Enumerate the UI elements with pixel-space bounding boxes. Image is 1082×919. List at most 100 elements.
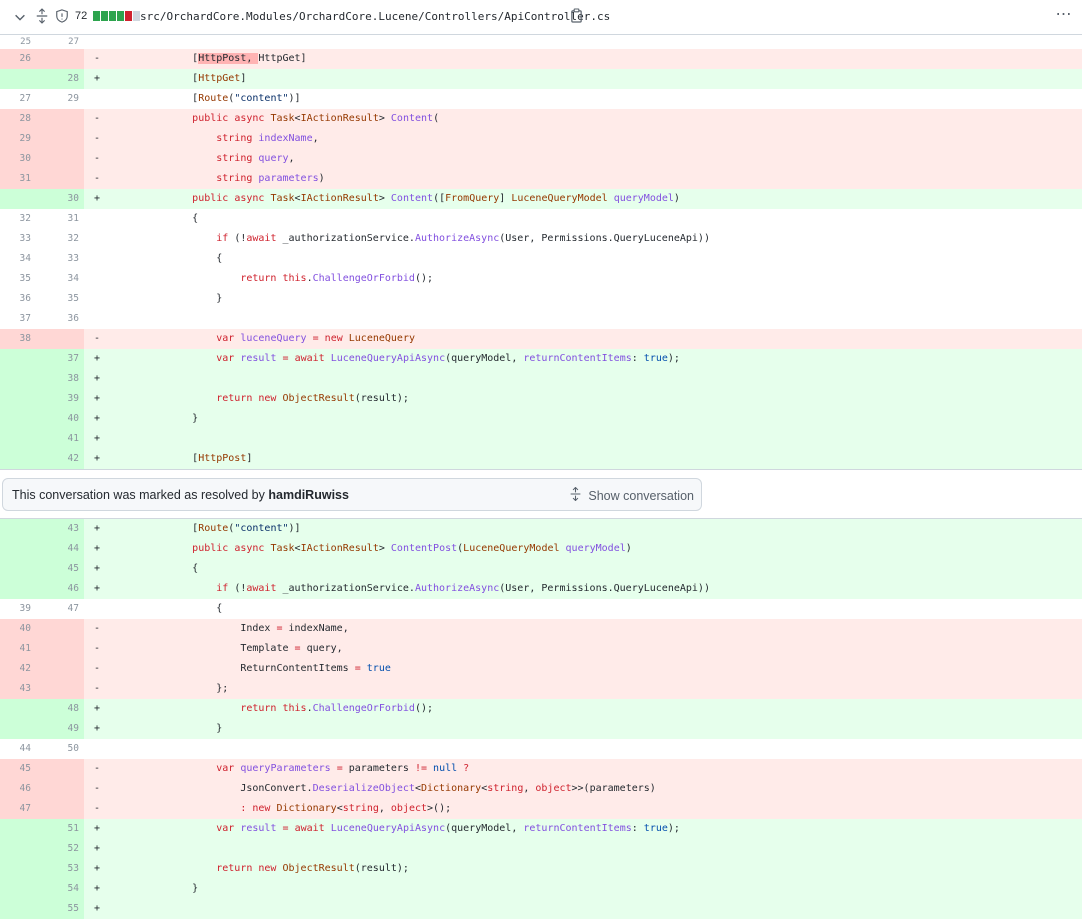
left-line-number[interactable]	[0, 719, 42, 739]
right-line-number[interactable]	[42, 129, 84, 149]
expand-all-icon[interactable]	[35, 8, 49, 24]
right-line-number[interactable]	[42, 679, 84, 699]
left-line-number[interactable]: 34	[0, 249, 42, 269]
right-line-number[interactable]: 40	[42, 409, 84, 429]
right-line-number[interactable]: 51	[42, 819, 84, 839]
left-line-number[interactable]	[0, 819, 42, 839]
right-line-number[interactable]	[42, 169, 84, 189]
right-line-number[interactable]: 50	[42, 739, 84, 759]
left-line-number[interactable]: 35	[0, 269, 42, 289]
left-line-number[interactable]	[0, 349, 42, 369]
deleted-line: 31 - string parameters)	[0, 169, 1082, 189]
right-line-number[interactable]: 48	[42, 699, 84, 719]
added-line: 49 + }	[0, 719, 1082, 739]
copy-icon[interactable]	[570, 8, 583, 23]
kebab-horizontal-icon[interactable]: ⋯	[1054, 7, 1074, 25]
right-line-number[interactable]: 55	[42, 899, 84, 919]
left-line-number[interactable]: 46	[0, 779, 42, 799]
right-line-number[interactable]: 36	[42, 309, 84, 329]
right-line-number[interactable]: 39	[42, 389, 84, 409]
added-line: 51 + var result = await LuceneQueryApiAsy…	[0, 819, 1082, 839]
left-line-number[interactable]: 44	[0, 739, 42, 759]
right-line-number[interactable]	[42, 639, 84, 659]
right-line-number[interactable]	[42, 329, 84, 349]
right-line-number[interactable]: 45	[42, 559, 84, 579]
context-line: 33 32 if (!await _authorizationService.Au…	[0, 229, 1082, 249]
right-line-number[interactable]: 28	[42, 69, 84, 89]
right-line-number[interactable]: 42	[42, 449, 84, 469]
right-line-number[interactable]: 29	[42, 89, 84, 109]
right-line-number[interactable]: 30	[42, 189, 84, 209]
left-line-number[interactable]: 42	[0, 659, 42, 679]
left-line-number[interactable]: 37	[0, 309, 42, 329]
left-line-number[interactable]: 39	[0, 599, 42, 619]
right-line-number[interactable]: 46	[42, 579, 84, 599]
left-line-number[interactable]: 26	[0, 49, 42, 69]
deleted-line: 45 - var queryParameters = parameters != …	[0, 759, 1082, 779]
right-line-number[interactable]	[42, 759, 84, 779]
left-line-number[interactable]: 28	[0, 109, 42, 129]
added-line: 30 + public async Task<IActionResult> Con…	[0, 189, 1082, 209]
right-line-number[interactable]: 47	[42, 599, 84, 619]
left-line-number[interactable]	[0, 699, 42, 719]
left-line-number[interactable]	[0, 409, 42, 429]
resolved-conversation-bar: This conversation was marked as resolved…	[0, 469, 1082, 519]
left-line-number[interactable]: 32	[0, 209, 42, 229]
left-line-number[interactable]	[0, 69, 42, 89]
right-line-number[interactable]	[42, 799, 84, 819]
right-line-number[interactable]	[42, 779, 84, 799]
left-line-number[interactable]	[0, 189, 42, 209]
diff-rows-bottom: 43 + [Route("content")] 44 + public async T…	[0, 519, 1082, 919]
right-line-number[interactable]	[42, 619, 84, 639]
right-line-number[interactable]: 43	[42, 519, 84, 539]
left-line-number[interactable]	[0, 899, 42, 919]
conversation-user[interactable]: hamdiRuwiss	[268, 488, 349, 502]
left-line-number[interactable]: 31	[0, 169, 42, 189]
left-line-number[interactable]: 27	[0, 89, 42, 109]
right-line-number[interactable]: 37	[42, 349, 84, 369]
right-line-number[interactable]: 41	[42, 429, 84, 449]
right-line-number[interactable]: 35	[42, 289, 84, 309]
right-line-number[interactable]	[42, 659, 84, 679]
left-line-number[interactable]	[0, 449, 42, 469]
right-line-number[interactable]	[42, 109, 84, 129]
left-line-number[interactable]: 33	[0, 229, 42, 249]
right-line-number[interactable]: 49	[42, 719, 84, 739]
left-line-number[interactable]	[0, 519, 42, 539]
left-line-number[interactable]	[0, 559, 42, 579]
right-line-number[interactable]	[42, 49, 84, 69]
left-line-number[interactable]: 43	[0, 679, 42, 699]
left-line-number[interactable]	[0, 429, 42, 449]
left-line-number[interactable]: 36	[0, 289, 42, 309]
left-line-number[interactable]: 41	[0, 639, 42, 659]
right-line-number[interactable]: 31	[42, 209, 84, 229]
right-line-number[interactable]: 54	[42, 879, 84, 899]
left-line-number[interactable]	[0, 859, 42, 879]
left-line-number[interactable]: 38	[0, 329, 42, 349]
deleted-line: 38 - var luceneQuery = new LuceneQuery	[0, 329, 1082, 349]
left-line-number[interactable]	[0, 879, 42, 899]
file-path[interactable]: src/OrchardCore.Modules/OrchardCore.Luce…	[140, 10, 610, 23]
left-line-number[interactable]: 45	[0, 759, 42, 779]
left-line-number[interactable]	[0, 579, 42, 599]
left-line-number[interactable]: 30	[0, 149, 42, 169]
diff-sign: +	[94, 393, 101, 404]
right-line-number[interactable]: 34	[42, 269, 84, 289]
show-conversation-button[interactable]: Show conversation	[569, 486, 694, 504]
right-line-number[interactable]: 33	[42, 249, 84, 269]
right-line-number[interactable]: 53	[42, 859, 84, 879]
right-line-number[interactable]	[42, 149, 84, 169]
diff-sign: +	[94, 583, 101, 594]
left-line-number[interactable]	[0, 389, 42, 409]
right-line-number[interactable]: 44	[42, 539, 84, 559]
left-line-number[interactable]: 29	[0, 129, 42, 149]
right-line-number[interactable]: 52	[42, 839, 84, 859]
left-line-number[interactable]: 40	[0, 619, 42, 639]
left-line-number[interactable]	[0, 369, 42, 389]
right-line-number[interactable]: 38	[42, 369, 84, 389]
left-line-number[interactable]: 47	[0, 799, 42, 819]
right-line-number[interactable]: 32	[42, 229, 84, 249]
left-line-number[interactable]	[0, 839, 42, 859]
left-line-number[interactable]	[0, 539, 42, 559]
chevron-down-icon[interactable]	[13, 10, 27, 24]
